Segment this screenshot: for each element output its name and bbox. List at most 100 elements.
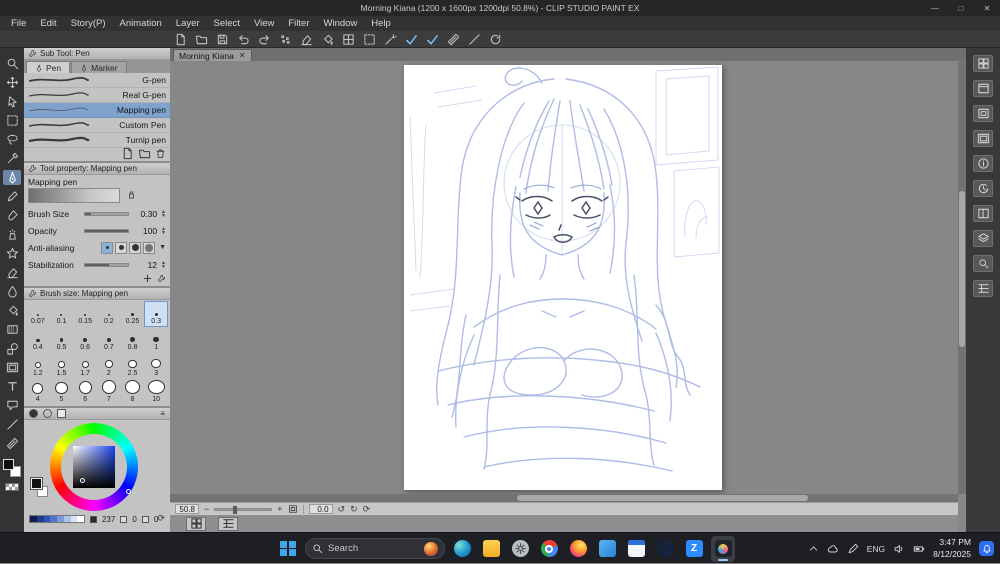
- main-color-icon[interactable]: [29, 409, 38, 418]
- tool-brush[interactable]: [3, 208, 21, 223]
- snap-line-button[interactable]: [466, 32, 483, 47]
- subtool-tab-pen[interactable]: Pen: [26, 61, 70, 73]
- fg-bg-color-swatch[interactable]: [3, 459, 21, 477]
- tool-gradient[interactable]: [3, 322, 21, 337]
- drawing-canvas[interactable]: [404, 65, 722, 490]
- panel-tab-navigator[interactable]: [973, 105, 993, 122]
- tool-pencil[interactable]: [3, 189, 21, 204]
- fill-button[interactable]: [319, 32, 336, 47]
- zoom-out-icon[interactable]: −: [204, 504, 209, 514]
- taskbar-app-steam[interactable]: [653, 536, 677, 562]
- panel-tab-timeline[interactable]: [973, 280, 993, 297]
- vertical-scroll-thumb[interactable]: [959, 191, 965, 347]
- subtool-item-1[interactable]: Real G-pen: [24, 88, 170, 103]
- aa-strong-button[interactable]: [143, 242, 155, 254]
- aa-weak-button[interactable]: [115, 242, 127, 254]
- brush-size-panel-header[interactable]: Brush size: Mapping pen: [24, 288, 170, 300]
- timeline-toggle-button[interactable]: [186, 517, 206, 531]
- brush-size-option-8[interactable]: 8: [121, 379, 145, 405]
- menu-item-storyp[interactable]: Story(P): [64, 17, 113, 30]
- brush-size-option-0.7[interactable]: 0.7: [97, 327, 121, 353]
- rotate-cw-icon[interactable]: ↻: [350, 504, 358, 515]
- pen-tablet-icon[interactable]: [847, 543, 859, 555]
- tool-eraser[interactable]: [3, 265, 21, 280]
- add-setting-icon[interactable]: [142, 273, 153, 287]
- brush-size-option-0.2[interactable]: 0.2: [97, 301, 121, 327]
- panel-tab-search-layer[interactable]: [973, 255, 993, 272]
- taskbar-search[interactable]: Search: [305, 538, 445, 559]
- tool-figure[interactable]: [3, 341, 21, 356]
- transparent-color-icon[interactable]: [57, 409, 66, 418]
- undo-button[interactable]: [235, 32, 252, 47]
- brush-size-option-0.5[interactable]: 0.5: [50, 327, 74, 353]
- gradient-swatch[interactable]: [30, 516, 37, 522]
- brush-size-option-2[interactable]: 2: [97, 353, 121, 379]
- gradient-swatch[interactable]: [64, 516, 71, 522]
- tool-selection[interactable]: [3, 113, 21, 128]
- brush-size-option-0.15[interactable]: 0.15: [73, 301, 97, 327]
- brush-size-option-1.5[interactable]: 1.5: [50, 353, 74, 379]
- stabilization-slider[interactable]: [84, 263, 129, 267]
- reset-rotation-icon[interactable]: ⟳: [363, 504, 371, 515]
- tool-airbrush[interactable]: [3, 227, 21, 242]
- panel-tab-layer[interactable]: [973, 230, 993, 247]
- taskbar-app-settings[interactable]: [508, 536, 532, 562]
- reset-color-icon[interactable]: ⟳: [157, 513, 165, 524]
- brush-size-option-0.07[interactable]: 0.07: [26, 301, 50, 327]
- fit-to-screen-icon[interactable]: [288, 504, 298, 514]
- volume-icon[interactable]: [893, 543, 905, 555]
- stabilization-stepper[interactable]: ▲▼: [161, 261, 166, 269]
- menu-item-filter[interactable]: Filter: [281, 17, 316, 30]
- brush-size-option-0.8[interactable]: 0.8: [121, 327, 145, 353]
- brush-size-option-4[interactable]: 4: [26, 379, 50, 405]
- brush-size-slider[interactable]: [84, 212, 129, 216]
- vector-snap-button[interactable]: [424, 32, 441, 47]
- menu-item-help[interactable]: Help: [364, 17, 398, 30]
- brush-size-option-0.4[interactable]: 0.4: [26, 327, 50, 353]
- brush-size-option-1.2[interactable]: 1.2: [26, 353, 50, 379]
- document-tab[interactable]: Morning Kiana ✕: [173, 49, 252, 61]
- brush-size-option-3[interactable]: 3: [144, 353, 168, 379]
- taskbar-app-file-explorer[interactable]: [479, 536, 503, 562]
- subtool-item-0[interactable]: G-pen: [24, 73, 170, 88]
- color-gradient-strip[interactable]: [29, 515, 85, 523]
- menu-item-view[interactable]: View: [247, 17, 281, 30]
- foreground-color-swatch[interactable]: [31, 478, 42, 489]
- panel-tab-history[interactable]: [973, 180, 993, 197]
- minimize-button[interactable]: —: [922, 0, 948, 16]
- vertical-scrollbar[interactable]: [958, 61, 966, 494]
- foreground-color[interactable]: [3, 459, 14, 470]
- zoom-slider-thumb[interactable]: [233, 506, 237, 514]
- new-file-button[interactable]: [172, 32, 189, 47]
- brush-size-option-5[interactable]: 5: [50, 379, 74, 405]
- tool-eyedropper[interactable]: [3, 151, 21, 166]
- clear-button[interactable]: [298, 32, 315, 47]
- lock-icon[interactable]: [126, 189, 137, 203]
- brush-size-option-0.3[interactable]: 0.3: [144, 301, 168, 327]
- hue-ring[interactable]: [50, 423, 138, 511]
- correct-line-button[interactable]: [403, 32, 420, 47]
- menu-item-file[interactable]: File: [4, 17, 33, 30]
- advanced-settings-icon[interactable]: [157, 274, 166, 286]
- battery-icon[interactable]: [913, 543, 925, 555]
- brush-size-option-0.6[interactable]: 0.6: [73, 327, 97, 353]
- sv-square[interactable]: [73, 446, 115, 488]
- gradient-swatch[interactable]: [77, 516, 84, 522]
- open-file-button[interactable]: [193, 32, 210, 47]
- tool-ruler[interactable]: [3, 436, 21, 451]
- panel-tab-information[interactable]: [973, 155, 993, 172]
- taskbar-clock[interactable]: 3:47 PM 8/12/2025: [933, 537, 971, 559]
- select-rectangle-button[interactable]: [361, 32, 378, 47]
- panel-menu-icon[interactable]: ≡: [160, 409, 165, 418]
- subtool-item-2[interactable]: Mapping pen: [24, 103, 170, 118]
- horizontal-scrollbar[interactable]: [170, 494, 958, 502]
- brush-size-option-2.5[interactable]: 2.5: [121, 353, 145, 379]
- subtool-panel-header[interactable]: Sub Tool: Pen: [24, 48, 170, 60]
- tool-frame-border[interactable]: [3, 360, 21, 375]
- taskbar-app-photos[interactable]: [595, 536, 619, 562]
- brush-size-option-1[interactable]: 1: [144, 327, 168, 353]
- gradient-swatch[interactable]: [57, 516, 64, 522]
- sub-color-icon[interactable]: [43, 409, 52, 418]
- taskbar-app-zoom-app[interactable]: Z: [682, 536, 706, 562]
- tool-property-header[interactable]: Tool property: Mapping pen: [24, 163, 170, 175]
